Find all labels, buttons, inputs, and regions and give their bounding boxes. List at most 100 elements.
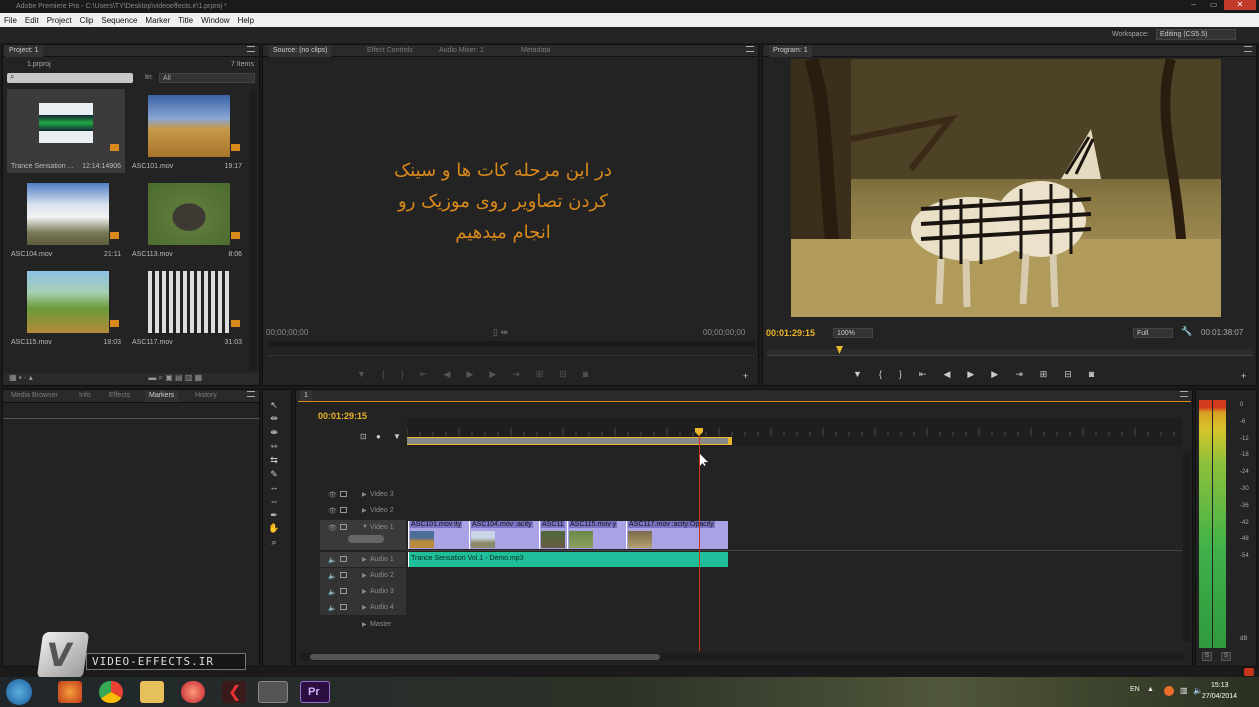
timeline-vertical-scrollbar[interactable] [1183,452,1191,642]
source-add-button-icon[interactable]: + [743,371,748,381]
explorer-folder-icon[interactable] [140,681,164,703]
chrome-icon[interactable] [99,681,123,703]
expand-triangle-icon[interactable]: ▶ [362,588,367,595]
selection-tool-icon[interactable]: ↖ [268,400,280,410]
lock-icon[interactable] [340,572,347,578]
search-input[interactable]: ⌕ [7,72,133,83]
keyframe-toggle[interactable] [348,535,384,543]
slide-tool-icon[interactable]: ⇔ [268,496,280,506]
timeline-playhead-line[interactable] [699,436,700,651]
lock-icon[interactable] [340,507,347,513]
panel-menu-icon[interactable] [746,46,754,52]
expand-triangle-icon[interactable]: ▶ [362,491,367,498]
eye-icon[interactable]: 👁 [328,491,337,499]
tab-history[interactable]: History [191,390,221,402]
work-area-bar[interactable] [407,437,730,445]
close-button[interactable]: ✕ [1224,0,1256,10]
eye-icon[interactable]: 👁 [328,507,337,515]
eye-icon[interactable]: 👁 [328,524,337,532]
menu-clip[interactable]: Clip [80,16,94,25]
menu-project[interactable]: Project [47,16,72,25]
project-scrollbar[interactable] [249,89,257,371]
slip-tool-icon[interactable]: ↔ [268,482,280,492]
lock-icon[interactable] [340,604,347,610]
drag-video-icon[interactable]: ▯ ⇹ [493,327,508,338]
source-time-ruler[interactable] [267,341,755,347]
expand-triangle-icon[interactable]: ▶ [362,621,367,628]
scrollbar-thumb[interactable] [310,654,660,660]
workspace-select[interactable]: Editing (CS5.5) [1156,29,1236,40]
tray-time[interactable]: 15:13 [1211,682,1229,689]
language-indicator[interactable]: EN [1130,686,1140,693]
project-item[interactable]: ASC113.mov 8:06 [128,177,246,261]
expand-triangle-icon[interactable]: ▶ [362,604,367,611]
tab-media-browser[interactable]: Media Browser [7,390,62,402]
rolling-edit-tool-icon[interactable]: ⇿ [268,441,280,451]
project-item[interactable]: ASC117.mov 31:03 [128,265,246,349]
speaker-icon[interactable]: 🔈 [328,556,337,564]
project-item[interactable]: ASC104.mov 21:11 [7,177,125,261]
tab-program[interactable]: Program: 1 [769,45,812,57]
track-select-tool-icon[interactable]: ⇹ [268,413,280,423]
clip-asc115[interactable]: ASC115.mov y [567,521,626,549]
pen-tool-icon[interactable]: ✒ [268,510,280,520]
panel-menu-icon[interactable] [1244,46,1252,52]
clip-asc104[interactable]: ASC104.mov :acity [469,521,539,549]
expand-triangle-icon[interactable]: ▶ [362,507,367,514]
lock-icon[interactable] [340,491,347,497]
collapse-triangle-icon[interactable]: ▼ [362,524,368,530]
tab-source[interactable]: Source: (no clips) [269,45,332,57]
project-item[interactable]: ASC101.mov 19:17 [128,89,246,173]
panel-menu-icon[interactable] [247,46,255,52]
clip-asc113[interactable]: ASC11 [539,521,567,549]
program-add-button-icon[interactable]: + [1241,371,1246,381]
tab-effects[interactable]: Effects [105,390,134,402]
source-transport-controls[interactable]: ▼{}⇤◀▶▶⇥⊞⊟◙ [357,369,604,380]
tray-alert-icon[interactable] [1164,686,1174,696]
zoom-tool-icon[interactable]: ⌕ [268,537,280,547]
quality-select[interactable]: Full [1133,328,1173,338]
menu-sequence[interactable]: Sequence [101,16,137,25]
razor-tool-icon[interactable]: ✎ [268,469,280,479]
tray-arrow-icon[interactable]: ▲ [1147,686,1154,693]
solo-right-button[interactable]: S [1221,652,1231,661]
premiere-taskbar-icon[interactable]: Pr [300,681,330,703]
work-area-end-handle[interactable] [728,437,732,445]
program-transport-controls[interactable]: ▼{}⇤◀▶▶⇥⊞⊟◙ [853,369,1111,380]
start-button[interactable] [6,679,32,705]
panel-menu-icon[interactable] [247,391,255,397]
set-marker-icon[interactable]: ● [376,432,381,441]
minimize-button[interactable]: – [1184,0,1203,10]
menu-edit[interactable]: Edit [25,16,39,25]
menu-marker[interactable]: Marker [145,16,170,25]
project-item[interactable]: ASC115.mov 18:03 [7,265,125,349]
maximize-button[interactable]: ▭ [1204,0,1223,10]
solo-left-button[interactable]: S [1202,652,1212,661]
tab-audio-mixer[interactable]: Audio Mixer: 1 [435,45,488,57]
menu-title[interactable]: Title [178,16,193,25]
program-timecode[interactable]: 00:01:29:15 [766,328,815,338]
panel-menu-icon[interactable] [1180,391,1188,397]
tab-project[interactable]: Project: 1 [5,45,43,57]
tray-network-icon[interactable]: ▥ [1180,686,1188,695]
menu-help[interactable]: Help [238,16,254,25]
speaker-icon[interactable]: 🔈 [328,588,337,596]
clip-asc117[interactable]: ASC117.mov :acity:Opacity [626,521,728,549]
tab-info[interactable]: Info [75,390,95,402]
tab-effect-controls[interactable]: Effect Controls [363,45,417,57]
firefox-icon[interactable] [58,681,82,703]
wrench-icon[interactable]: 🔧 [1181,326,1192,337]
app-icon-arrow[interactable]: ❮ [222,681,246,703]
timeline-horizontal-scrollbar[interactable] [300,653,1185,661]
project-item[interactable]: Trance Sensation ... 12:14:14906 [7,89,125,173]
menu-file[interactable]: File [4,16,17,25]
rate-stretch-tool-icon[interactable]: ⇆ [268,455,280,465]
tab-metadata[interactable]: Metadata [517,45,554,57]
lock-icon[interactable] [340,588,347,594]
lock-icon[interactable] [340,556,347,562]
tab-markers[interactable]: Markers [145,390,179,402]
snap-icon[interactable]: ⊡ [360,432,367,441]
app-icon-red[interactable] [181,681,205,703]
app-icon-tools[interactable] [258,681,288,703]
lock-icon[interactable] [340,524,347,530]
